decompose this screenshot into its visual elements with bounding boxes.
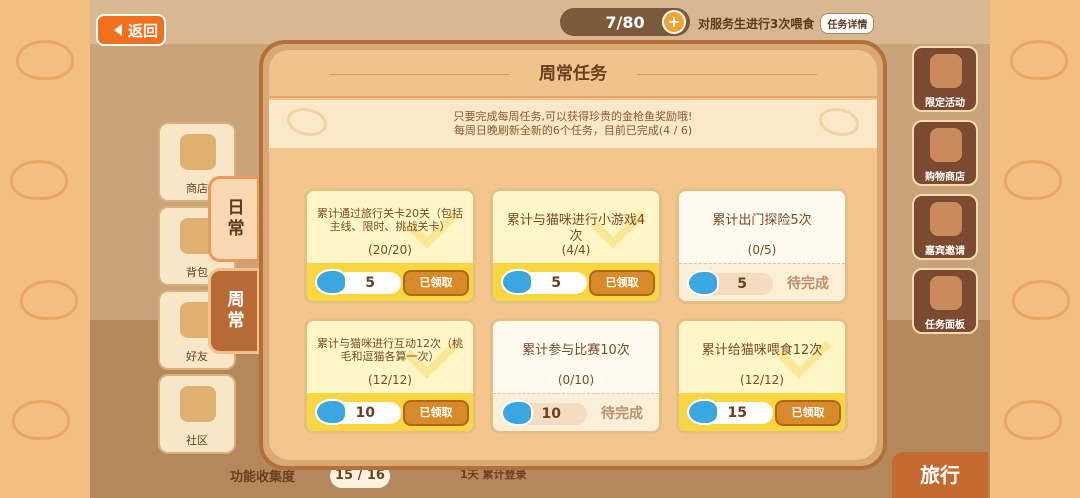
dialog-title: 周常任务 (269, 50, 877, 98)
description-line-2: 每周日晚刷新全新的6个任务，目前已完成(4 / 6) (453, 124, 693, 137)
cat-icon (930, 202, 962, 236)
claimed-button[interactable]: 已领取 (775, 400, 841, 426)
pending-status: 待完成 (601, 406, 643, 422)
balloon-icon (930, 54, 962, 88)
reward-amount: 5 (315, 269, 401, 295)
tuna-icon (315, 269, 347, 295)
task-progress: (12/12) (740, 373, 784, 387)
task-footer: 10 待完成 (493, 393, 659, 431)
top-task-bar: 对服务生进行3次喂食 任务详情 (698, 10, 908, 36)
reward-value: 15 (727, 405, 747, 421)
task-title: 累计出门探险5次 (712, 213, 812, 228)
top-task-text: 对服务生进行3次喂食 (698, 16, 815, 31)
friends-label: 好友 (186, 350, 208, 363)
weekly-task-dialog: 周常任务 只要完成每周任务,可以获得珍贵的金枪鱼奖励哦! 每周日晚刷新全新的6个… (259, 40, 887, 470)
community-label: 社区 (186, 434, 208, 447)
tuna-icon (687, 399, 719, 425)
reward-amount: 5 (501, 269, 587, 295)
reward-amount: 5 (687, 270, 773, 296)
task-progress: (20/20) (368, 243, 412, 257)
community-icon (180, 386, 216, 422)
claimed-button[interactable]: 已领取 (403, 400, 469, 426)
task-footer: 5 已领取 (307, 263, 473, 301)
task-card: 累计通过旅行关卡20关（包括主线、限时、挑战关卡） (20/20) 5 已领取 (304, 188, 476, 304)
backpack-label: 背包 (186, 266, 208, 279)
shop-icon (180, 134, 216, 170)
add-fish-button[interactable]: + (662, 10, 686, 34)
task-title: 累计给猫咪喂食12次 (701, 343, 823, 358)
reward-amount: 10 (315, 399, 401, 425)
limited-event-tile[interactable]: 限定活动 (912, 46, 978, 112)
task-card: 累计给猫咪喂食12次 (12/12) 15 已领取 (676, 318, 848, 434)
task-progress: (0/10) (557, 373, 595, 387)
task-title: 累计与猫咪进行互动12次（桃毛和逗猫各算一次） (317, 337, 463, 363)
claimed-button[interactable]: 已领取 (589, 270, 655, 296)
limited-event-label: 限定活动 (925, 98, 965, 109)
pending-status: 待完成 (787, 276, 829, 292)
reward-value: 10 (355, 405, 375, 421)
tuna-icon (501, 400, 533, 426)
task-progress: (0/5) (747, 243, 777, 257)
tuna-icon (687, 270, 719, 296)
task-title: 累计通过旅行关卡20关（包括主线、限时、挑战关卡） (317, 207, 463, 233)
reward-amount: 10 (501, 400, 587, 426)
task-progress: (12/12) (368, 373, 412, 387)
description-line-1: 只要完成每周任务,可以获得珍贵的金枪鱼奖励哦! (453, 110, 693, 123)
store-icon (930, 128, 962, 162)
task-title: 累计与猫咪进行小游戏4次 (506, 213, 646, 244)
task-panel-label: 任务面板 (925, 320, 965, 331)
back-button[interactable]: 返回 (96, 14, 166, 46)
task-footer: 5 待完成 (679, 263, 845, 301)
travel-button[interactable]: 旅行 (892, 452, 988, 498)
guest-invite-tile[interactable]: 嘉宾邀请 (912, 194, 978, 260)
reward-value: 10 (541, 406, 561, 422)
reward-value: 5 (551, 275, 561, 291)
task-grid: 累计通过旅行关卡20关（包括主线、限时、挑战关卡） (20/20) 5 已领取 … (304, 188, 850, 436)
shopping-store-tile[interactable]: 购物商店 (912, 120, 978, 186)
task-card: 累计与猫咪进行小游戏4次 (4/4) 5 已领取 (490, 188, 662, 304)
tuna-icon (501, 269, 533, 295)
reward-amount: 15 (687, 399, 773, 425)
shop-label: 商店 (186, 182, 208, 195)
tuna-icon (315, 399, 347, 425)
task-card: 累计参与比赛10次 (0/10) 10 待完成 (490, 318, 662, 434)
task-board-icon (930, 276, 962, 310)
reward-value: 5 (365, 275, 375, 291)
task-detail-button[interactable]: 任务详情 (820, 12, 875, 34)
dialog-body: 周常任务 只要完成每周任务,可以获得珍贵的金枪鱼奖励哦! 每周日晚刷新全新的6个… (269, 50, 877, 460)
dialog-description: 只要完成每周任务,可以获得珍贵的金枪鱼奖励哦! 每周日晚刷新全新的6个任务，目前… (269, 100, 877, 148)
tab-daily[interactable]: 日常 (208, 176, 260, 262)
shopping-store-label: 购物商店 (925, 172, 965, 183)
task-card: 累计出门探险5次 (0/5) 5 待完成 (676, 188, 848, 304)
claimed-button[interactable]: 已领取 (403, 270, 469, 296)
right-pattern-border (990, 0, 1080, 498)
task-title: 累计参与比赛10次 (522, 343, 630, 358)
tab-weekly[interactable]: 周常 (208, 268, 260, 354)
task-footer: 10 已领取 (307, 393, 473, 431)
task-footer: 15 已领取 (679, 393, 845, 431)
task-progress: (4/4) (561, 243, 591, 257)
guest-invite-label: 嘉宾邀请 (925, 246, 965, 257)
left-pattern-border (0, 0, 90, 498)
task-panel-tile[interactable]: 任务面板 (912, 268, 978, 334)
reward-value: 5 (737, 276, 747, 292)
community-tile[interactable]: 社区 (158, 374, 236, 454)
task-card: 累计与猫咪进行互动12次（桃毛和逗猫各算一次） (12/12) 10 已领取 (304, 318, 476, 434)
task-footer: 5 已领取 (493, 263, 659, 301)
